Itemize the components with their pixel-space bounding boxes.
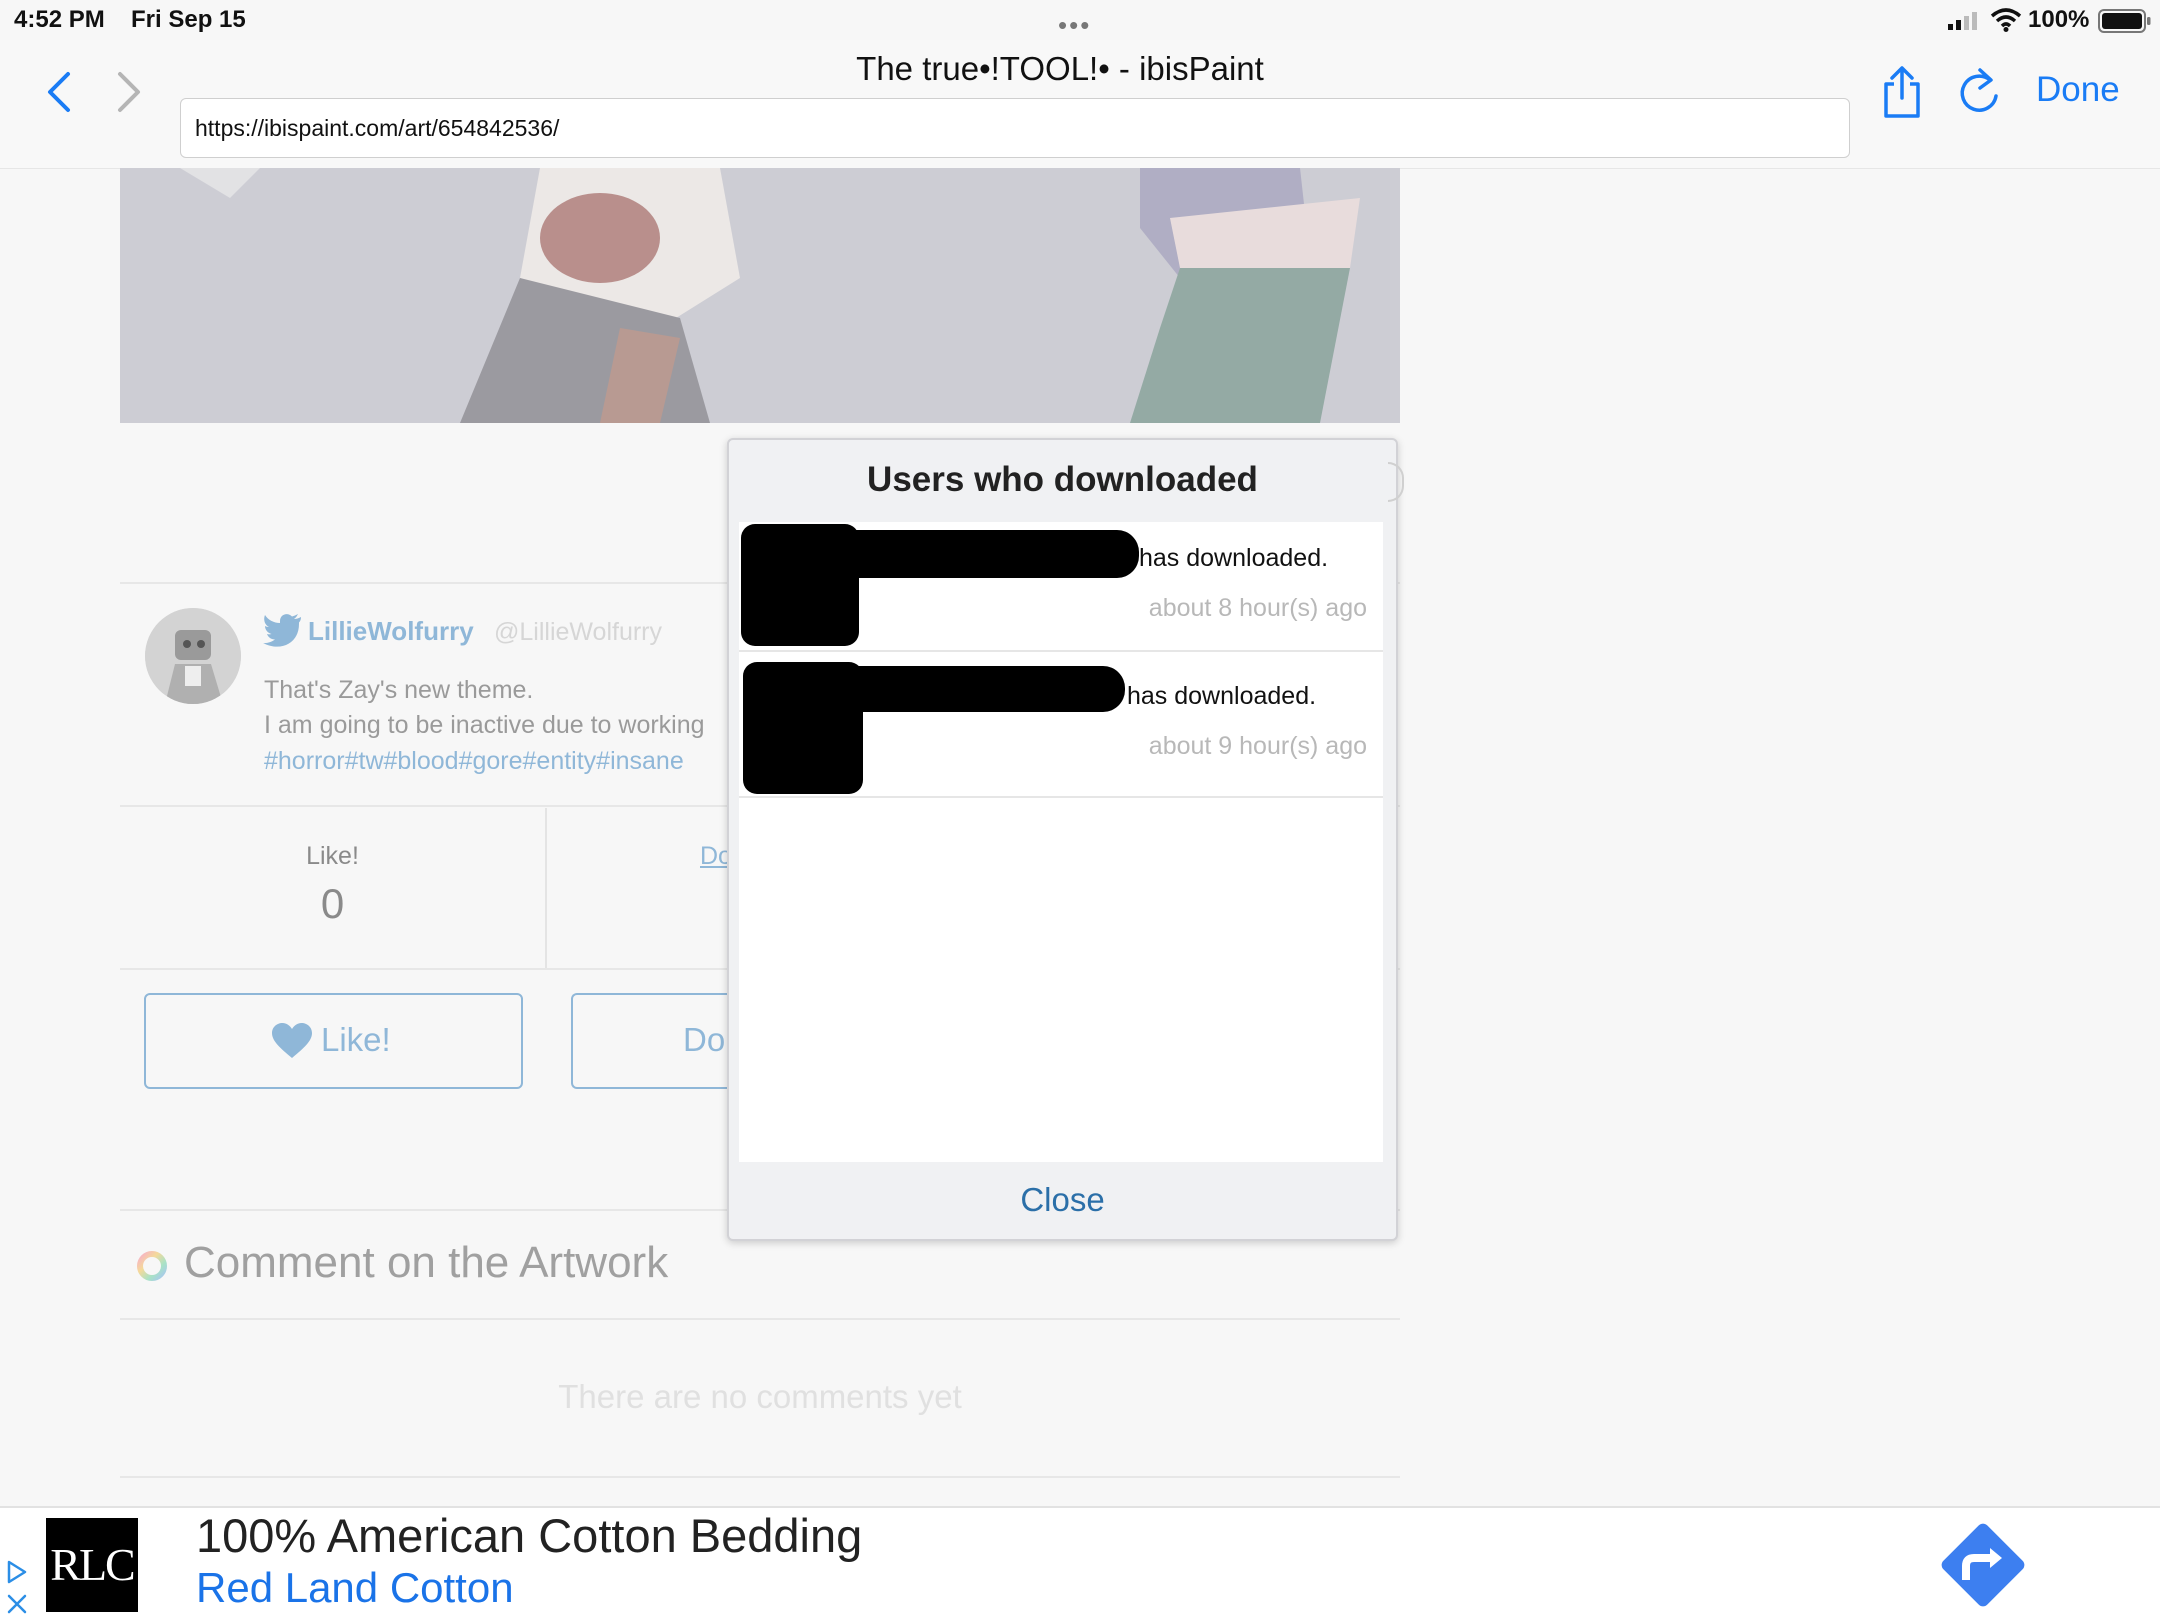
like-button[interactable]: Like! — [144, 993, 523, 1089]
description-line: That's Zay's new theme. — [264, 676, 534, 704]
back-icon[interactable] — [44, 70, 74, 114]
cellular-signal-icon — [1948, 12, 1977, 30]
reload-icon[interactable] — [1954, 64, 2004, 120]
download-count-link[interactable]: Do — [700, 842, 730, 871]
ad-brand-name[interactable]: Red Land Cotton — [196, 1564, 514, 1612]
scroll-edge-indicator — [1388, 462, 1404, 502]
redacted-username — [829, 666, 1125, 712]
divider — [545, 808, 547, 968]
downloaders-list[interactable]: has downloaded. about 8 hour(s) ago has … — [739, 522, 1383, 1162]
download-time: about 9 hour(s) ago — [1148, 732, 1367, 760]
ad-choices-icon[interactable] — [6, 1560, 28, 1616]
no-comments-message: There are no comments yet — [558, 1378, 962, 1415]
divider — [120, 1318, 1400, 1320]
status-time: 4:52 PM — [14, 6, 105, 33]
forward-icon[interactable] — [114, 70, 144, 114]
comment-heading: Comment on the Artwork — [184, 1238, 669, 1287]
status-date: Fri Sep 15 — [131, 6, 246, 33]
list-item[interactable]: has downloaded. about 9 hour(s) ago — [739, 652, 1383, 798]
download-text: has downloaded. — [1139, 544, 1329, 572]
dialog-title: Users who downloaded — [867, 460, 1258, 499]
author-name[interactable]: LillieWolfurry — [308, 616, 474, 647]
status-bar: 4:52 PM Fri Sep 15 ••• 100% — [0, 0, 2160, 40]
list-item[interactable]: has downloaded. about 8 hour(s) ago — [739, 522, 1383, 652]
url-field[interactable]: https://ibispaint.com/art/654842536/ — [180, 98, 1850, 158]
description-line: I am going to be inactive due to working — [264, 711, 705, 739]
download-button-label: Do — [683, 1021, 726, 1058]
avatar[interactable] — [145, 608, 241, 704]
download-time: about 8 hour(s) ago — [1148, 594, 1367, 622]
download-button[interactable]: Do — [571, 993, 741, 1089]
author-handle[interactable]: @LillieWolfurry — [494, 618, 662, 647]
close-button[interactable]: Close — [729, 1164, 1396, 1236]
artwork-image — [120, 168, 1400, 423]
ad-brand-logo[interactable]: RLC — [46, 1518, 138, 1612]
hashtags[interactable]: #horror#tw#blood#gore#entity#insane — [264, 747, 730, 776]
multitasking-dots-icon[interactable]: ••• — [1058, 10, 1091, 41]
comment-icon — [137, 1251, 167, 1281]
like-count-label: Like! — [306, 842, 359, 870]
done-button[interactable]: Done — [2036, 70, 2120, 110]
wifi-icon — [1990, 8, 2022, 32]
download-text: has downloaded. — [1127, 682, 1317, 710]
ad-banner[interactable]: RLC 100% American Cotton Bedding Red Lan… — [0, 1506, 2160, 1622]
battery-icon — [2098, 9, 2151, 33]
avatar-image — [145, 608, 241, 704]
like-button-label: Like! — [321, 1021, 391, 1058]
page-title: The true•!TOOL!• - ibisPaint — [856, 50, 1264, 87]
ad-headline[interactable]: 100% American Cotton Bedding — [196, 1508, 862, 1563]
heart-icon — [272, 1023, 312, 1058]
share-icon[interactable] — [1878, 64, 1926, 120]
redacted-username — [829, 530, 1139, 578]
artwork-illustration — [120, 168, 1400, 423]
battery-percentage: 100% — [2028, 6, 2090, 33]
directions-icon[interactable] — [1936, 1518, 2030, 1612]
twitter-icon — [263, 614, 301, 647]
like-count: 0 — [320, 880, 345, 927]
downloaders-dialog: Users who downloaded has downloaded. abo… — [727, 438, 1398, 1241]
divider — [120, 1476, 1400, 1478]
